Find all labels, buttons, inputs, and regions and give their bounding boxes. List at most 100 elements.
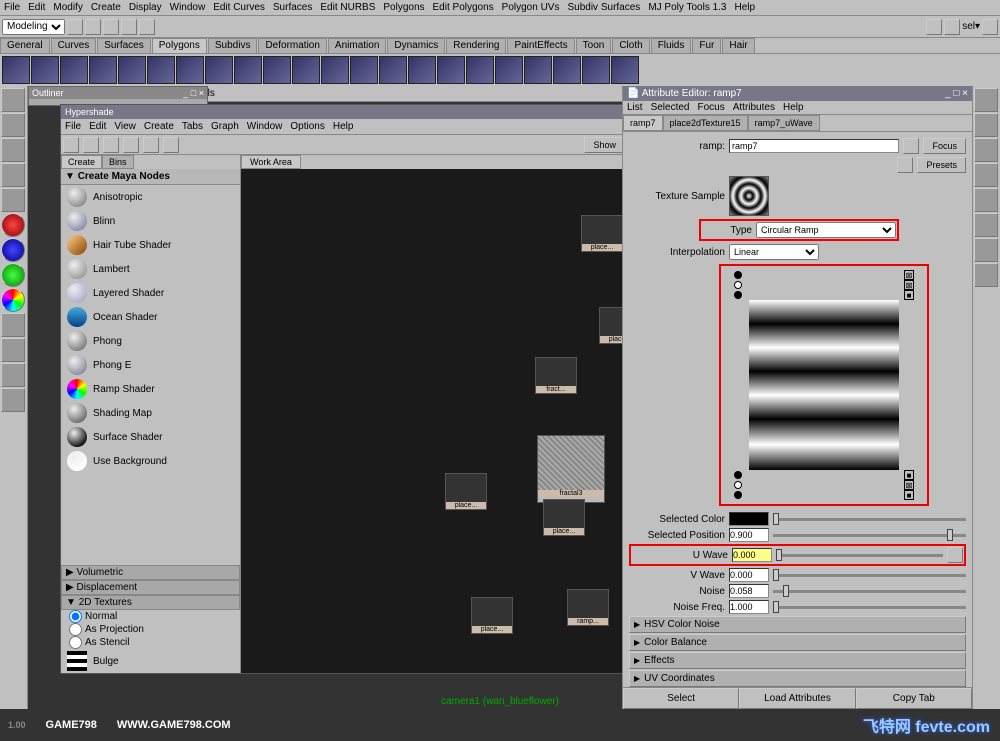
- tool-icon[interactable]: [982, 19, 998, 35]
- hs-tool-icon[interactable]: [63, 137, 79, 153]
- layout-icon[interactable]: [974, 213, 998, 237]
- uwave-field[interactable]: [732, 548, 772, 562]
- tool-icon[interactable]: [944, 19, 960, 35]
- interp-select[interactable]: Linear: [729, 244, 819, 260]
- hypershade-graph[interactable]: ramp7.outAlpha ramp4place...ramp5place..…: [241, 169, 667, 673]
- tool-icon[interactable]: [67, 19, 83, 35]
- nav-icon[interactable]: [903, 138, 919, 154]
- hs-tool-icon[interactable]: [123, 137, 139, 153]
- node-placeB[interactable]: place...: [445, 473, 487, 510]
- node-placeA[interactable]: place...: [471, 597, 513, 634]
- menu-subdiv-surfaces[interactable]: Subdiv Surfaces: [567, 2, 640, 13]
- attrmenu-help[interactable]: Help: [783, 102, 804, 113]
- node-name-field[interactable]: [729, 139, 899, 153]
- view-tool[interactable]: [1, 313, 25, 337]
- tab-painteffects[interactable]: PaintEffects: [507, 38, 574, 53]
- type-select[interactable]: Circular Ramp: [756, 222, 896, 238]
- section-effects[interactable]: Effects: [629, 652, 966, 669]
- shader-hair-tube-shader[interactable]: Hair Tube Shader: [61, 233, 240, 257]
- lasso-tool[interactable]: [1, 113, 25, 137]
- nav-icon[interactable]: [897, 157, 913, 173]
- menu-polygons[interactable]: Polygons: [383, 2, 424, 13]
- select-button[interactable]: Select: [623, 688, 739, 709]
- hsmenu-edit[interactable]: Edit: [89, 121, 106, 132]
- tab-deformation[interactable]: Deformation: [258, 38, 326, 53]
- tool-icon[interactable]: [85, 19, 101, 35]
- shader-shading-map[interactable]: Shading Map: [61, 401, 240, 425]
- node-ramp2[interactable]: ramp...: [567, 589, 609, 626]
- menu-modify[interactable]: Modify: [53, 2, 82, 13]
- hypershade-menubar[interactable]: FileEditViewCreateTabsGraphWindowOptions…: [61, 119, 667, 135]
- tool-icon[interactable]: [103, 19, 119, 35]
- section-2dtextures[interactable]: ▼ 2D Textures: [61, 595, 240, 610]
- show-button[interactable]: Show: [584, 137, 625, 153]
- hypershade-panel[interactable]: Hypershade FileEditViewCreateTabsGraphWi…: [60, 104, 668, 674]
- tool-icon[interactable]: [926, 19, 942, 35]
- manip-tool[interactable]: [1, 213, 25, 237]
- shader-ramp-shader[interactable]: Ramp Shader: [61, 377, 240, 401]
- outliner-panel[interactable]: Outliner_ □ ×: [28, 86, 208, 106]
- tab-fur[interactable]: Fur: [692, 38, 721, 53]
- tab-subdivs[interactable]: Subdivs: [208, 38, 258, 53]
- rotate-tool[interactable]: [1, 163, 25, 187]
- shelf-icon[interactable]: [553, 56, 581, 84]
- section-uv[interactable]: UV Coordinates: [629, 670, 966, 687]
- tab-place2d[interactable]: place2dTexture15: [663, 115, 748, 131]
- tab-polygons[interactable]: Polygons: [152, 38, 207, 53]
- hsmenu-options[interactable]: Options: [290, 121, 324, 132]
- shader-surface-shader[interactable]: Surface Shader: [61, 425, 240, 449]
- shelf-icon[interactable]: [611, 56, 639, 84]
- section-hsv[interactable]: HSV Color Noise: [629, 616, 966, 633]
- move-tool[interactable]: [1, 138, 25, 162]
- node-fract[interactable]: fract...: [535, 357, 577, 394]
- section-colorbalance[interactable]: Color Balance: [629, 634, 966, 651]
- shelf-icon[interactable]: [524, 56, 552, 84]
- attrmenu-selected[interactable]: Selected: [651, 102, 690, 113]
- map-icon[interactable]: [947, 547, 963, 563]
- view-tool[interactable]: [1, 338, 25, 362]
- uwave-slider[interactable]: [776, 554, 943, 557]
- hsmenu-help[interactable]: Help: [333, 121, 354, 132]
- layout-icon[interactable]: [974, 163, 998, 187]
- hsmenu-file[interactable]: File: [65, 121, 81, 132]
- tab-rendering[interactable]: Rendering: [446, 38, 506, 53]
- main-menubar[interactable]: FileEditModifyCreateDisplayWindowEdit Cu…: [0, 0, 1000, 16]
- tool-icon[interactable]: [139, 19, 155, 35]
- noisefreq-slider[interactable]: [773, 606, 966, 609]
- layout-icon[interactable]: [974, 138, 998, 162]
- shelf-icon[interactable]: [408, 56, 436, 84]
- shelf-icon[interactable]: [118, 56, 146, 84]
- tab-surfaces[interactable]: Surfaces: [97, 38, 150, 53]
- noise-slider[interactable]: [773, 590, 966, 593]
- node-fractal3[interactable]: fractal3: [537, 435, 605, 503]
- node-place6[interactable]: place...: [543, 499, 585, 536]
- sel-label[interactable]: sel▾: [962, 21, 980, 32]
- paint-tool[interactable]: [1, 263, 25, 287]
- texmode-projection[interactable]: As Projection: [61, 623, 240, 636]
- load-attrs-button[interactable]: Load Attributes: [739, 688, 855, 709]
- hsmenu-create[interactable]: Create: [144, 121, 174, 132]
- shelf-icon[interactable]: [263, 56, 291, 84]
- shader-phong-e[interactable]: Phong E: [61, 353, 240, 377]
- noise-field[interactable]: [729, 584, 769, 598]
- tab-hair[interactable]: Hair: [722, 38, 754, 53]
- shelf-icon[interactable]: [147, 56, 175, 84]
- item-bulge[interactable]: Bulge: [61, 649, 240, 673]
- tab-cloth[interactable]: Cloth: [612, 38, 649, 53]
- menu-surfaces[interactable]: Surfaces: [273, 2, 312, 13]
- copy-tab-button[interactable]: Copy Tab: [856, 688, 972, 709]
- hs-tool-icon[interactable]: [163, 137, 179, 153]
- noisefreq-field[interactable]: [729, 600, 769, 614]
- shader-use-background[interactable]: Use Background: [61, 449, 240, 473]
- shader-lambert[interactable]: Lambert: [61, 257, 240, 281]
- shader-blinn[interactable]: Blinn: [61, 209, 240, 233]
- vwave-slider[interactable]: [773, 574, 966, 577]
- menu-edit-curves[interactable]: Edit Curves: [213, 2, 265, 13]
- last-tool[interactable]: [1, 288, 25, 312]
- tab-animation[interactable]: Animation: [328, 38, 386, 53]
- shelf-icon[interactable]: [379, 56, 407, 84]
- attrmenu-attributes[interactable]: Attributes: [733, 102, 775, 113]
- tab-general[interactable]: General: [0, 38, 50, 53]
- focus-button[interactable]: Focus: [923, 138, 966, 154]
- menu-polygon-uvs[interactable]: Polygon UVs: [502, 2, 560, 13]
